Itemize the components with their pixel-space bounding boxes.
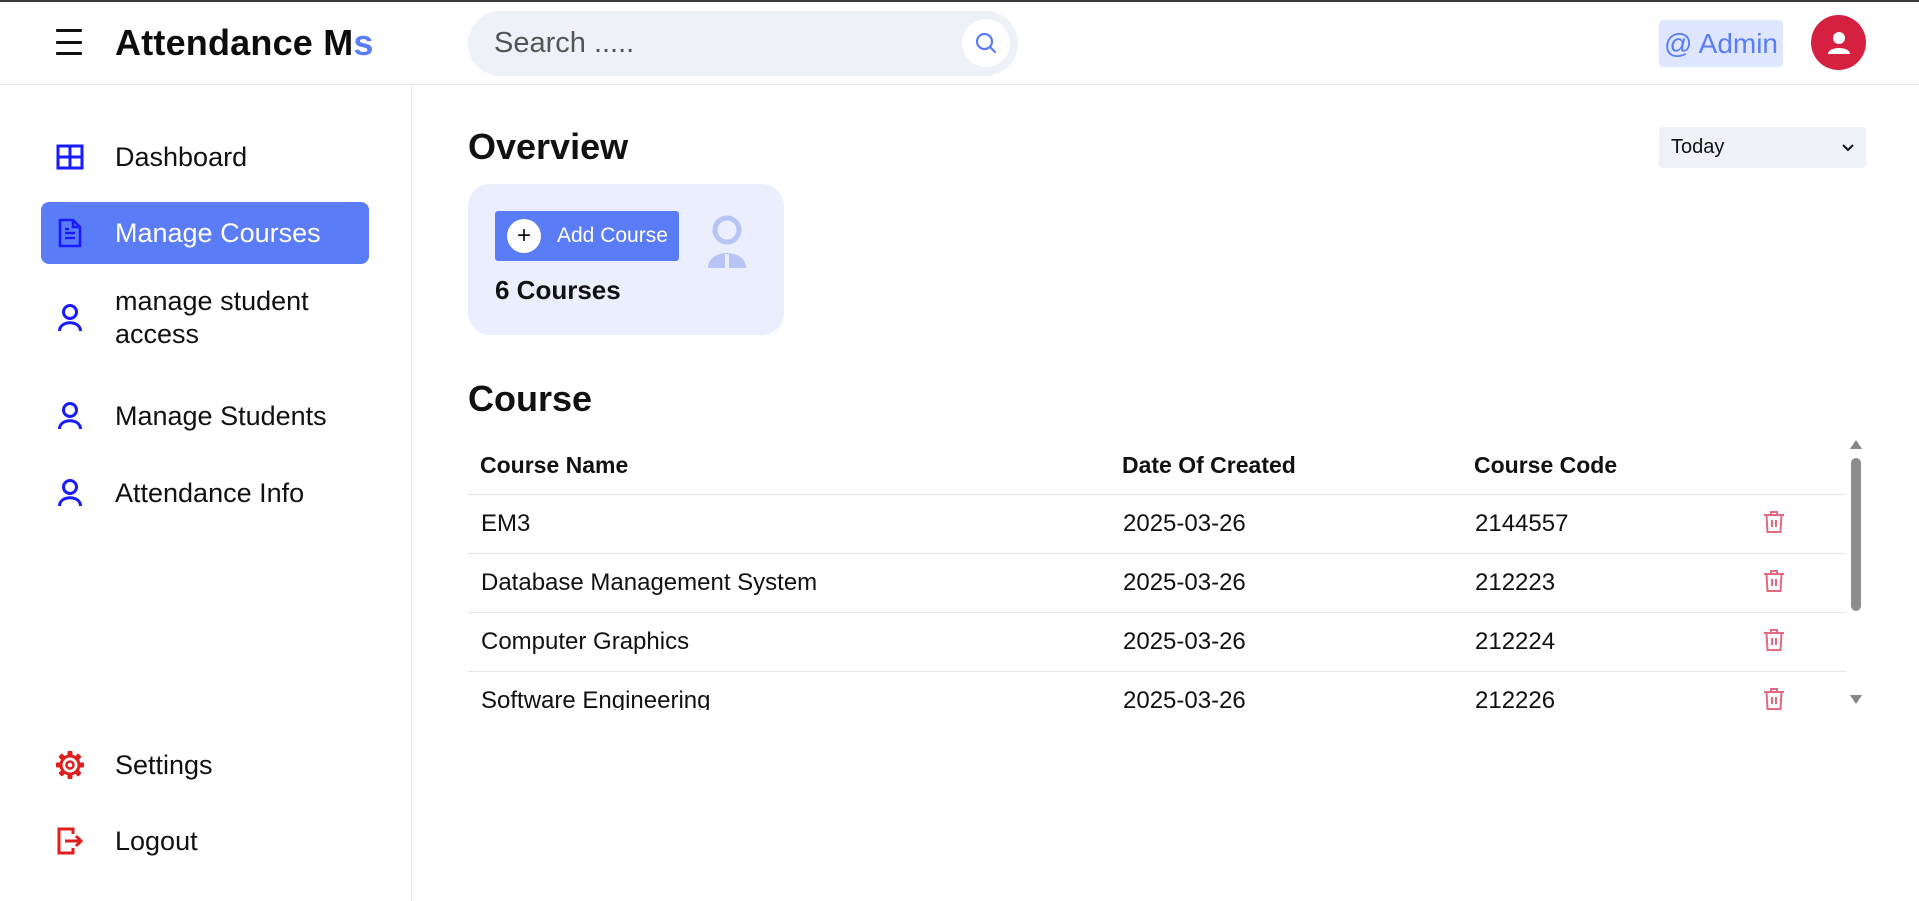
course-name-cell: Database Management System	[468, 553, 1110, 613]
sidebar: Dashboard Manage Courses manage student …	[0, 86, 412, 901]
sidebar-item-label: Dashboard	[115, 141, 248, 172]
delete-course-button[interactable]	[1759, 566, 1789, 596]
student-icon	[708, 215, 746, 268]
course-actions-cell	[1732, 494, 1846, 554]
course-name-cell: Computer Graphics	[468, 612, 1110, 672]
date-range-select[interactable]: Today	[1659, 127, 1866, 168]
course-table-container[interactable]: Course Name Date Of Created Course Code …	[468, 438, 1868, 710]
sidebar-item-label: manage student access	[115, 286, 309, 349]
course-actions-cell	[1732, 671, 1846, 710]
sidebar-item-label: Manage Courses	[115, 217, 321, 248]
course-code-cell: 2144557	[1462, 494, 1732, 554]
user-icon	[55, 478, 85, 508]
delete-course-button[interactable]	[1759, 507, 1789, 537]
search-input[interactable]	[494, 25, 914, 61]
overview-title: Overview	[468, 126, 629, 167]
search-bar	[468, 11, 1018, 76]
delete-course-button[interactable]	[1759, 625, 1789, 655]
course-actions-cell	[1732, 612, 1846, 672]
course-name-cell: EM3	[468, 494, 1110, 554]
user-avatar-icon	[1827, 31, 1850, 54]
trash-icon	[1764, 687, 1784, 710]
course-code-cell: 212224	[1462, 612, 1732, 672]
sidebar-item-manage-student-access[interactable]: manage student access	[41, 280, 369, 356]
course-name-cell: Software Engineering	[468, 671, 1110, 710]
scroll-up-arrow[interactable]	[1850, 440, 1862, 449]
sidebar-item-label: Logout	[115, 825, 198, 856]
course-count: 6 Courses	[495, 275, 621, 305]
courses-summary-card: + Add Course 6 Courses	[468, 184, 784, 335]
table-scrollbar[interactable]	[1846, 438, 1866, 710]
trash-icon	[1764, 510, 1784, 533]
column-header-date-created: Date Of Created	[1110, 438, 1462, 495]
sidebar-item-dashboard[interactable]: Dashboard	[41, 126, 369, 188]
menu-icon[interactable]	[56, 29, 84, 55]
sidebar-item-label: Settings	[115, 749, 213, 780]
search-icon	[975, 32, 997, 54]
trash-icon	[1764, 628, 1784, 651]
document-icon	[55, 218, 85, 248]
sidebar-item-label: Manage Students	[115, 400, 327, 431]
course-date-cell: 2025-03-26	[1110, 612, 1462, 672]
column-header-course-code: Course Code	[1462, 438, 1732, 495]
course-actions-cell	[1732, 553, 1846, 613]
delete-course-button[interactable]	[1759, 684, 1789, 711]
course-date-cell: 2025-03-26	[1110, 671, 1462, 710]
add-course-button[interactable]: + Add Course	[495, 211, 679, 261]
scroll-down-arrow[interactable]	[1850, 695, 1862, 704]
admin-badge[interactable]: @ Admin	[1659, 20, 1783, 67]
user-icon	[55, 401, 85, 431]
column-header-course-name: Course Name	[468, 438, 1110, 495]
table-row: EM3 2025-03-26 2144557	[468, 494, 1846, 554]
chevron-down-icon	[1842, 144, 1854, 152]
column-header-actions	[1732, 438, 1846, 495]
sidebar-item-attendance-info[interactable]: Attendance Info	[41, 462, 369, 524]
gear-icon	[55, 750, 85, 780]
sidebar-item-logout[interactable]: Logout	[41, 810, 369, 872]
app-title-main: Attendance M	[115, 22, 354, 63]
search-button[interactable]	[962, 19, 1010, 67]
app-title-accent: s	[353, 22, 374, 63]
table-row: Software Engineering 2025-03-26 212226	[468, 671, 1846, 710]
trash-icon	[1764, 569, 1784, 592]
sidebar-item-manage-courses[interactable]: Manage Courses	[41, 202, 369, 264]
logout-icon	[55, 826, 85, 856]
plus-icon: +	[507, 219, 541, 253]
sidebar-item-manage-students[interactable]: Manage Students	[41, 385, 369, 447]
course-date-cell: 2025-03-26	[1110, 553, 1462, 613]
table-header-row: Course Name Date Of Created Course Code	[468, 438, 1846, 495]
course-code-cell: 212226	[1462, 671, 1732, 710]
course-code-cell: 212223	[1462, 553, 1732, 613]
user-icon	[55, 303, 85, 333]
table-row: Computer Graphics 2025-03-26 212224	[468, 612, 1846, 672]
course-section-title: Course	[468, 378, 593, 419]
top-header: Attendance Ms @ Admin	[0, 2, 1919, 85]
user-avatar[interactable]	[1811, 15, 1866, 70]
scrollbar-thumb[interactable]	[1851, 458, 1861, 611]
course-date-cell: 2025-03-26	[1110, 494, 1462, 554]
course-table: Course Name Date Of Created Course Code …	[468, 438, 1846, 710]
grid-icon	[55, 142, 85, 172]
date-range-value: Today	[1671, 136, 1725, 158]
add-course-label: Add Course	[557, 224, 668, 247]
table-row: Database Management System 2025-03-26 21…	[468, 553, 1846, 613]
sidebar-item-label: Attendance Info	[115, 477, 305, 508]
app-title: Attendance Ms	[115, 22, 374, 64]
sidebar-item-settings[interactable]: Settings	[41, 734, 369, 796]
